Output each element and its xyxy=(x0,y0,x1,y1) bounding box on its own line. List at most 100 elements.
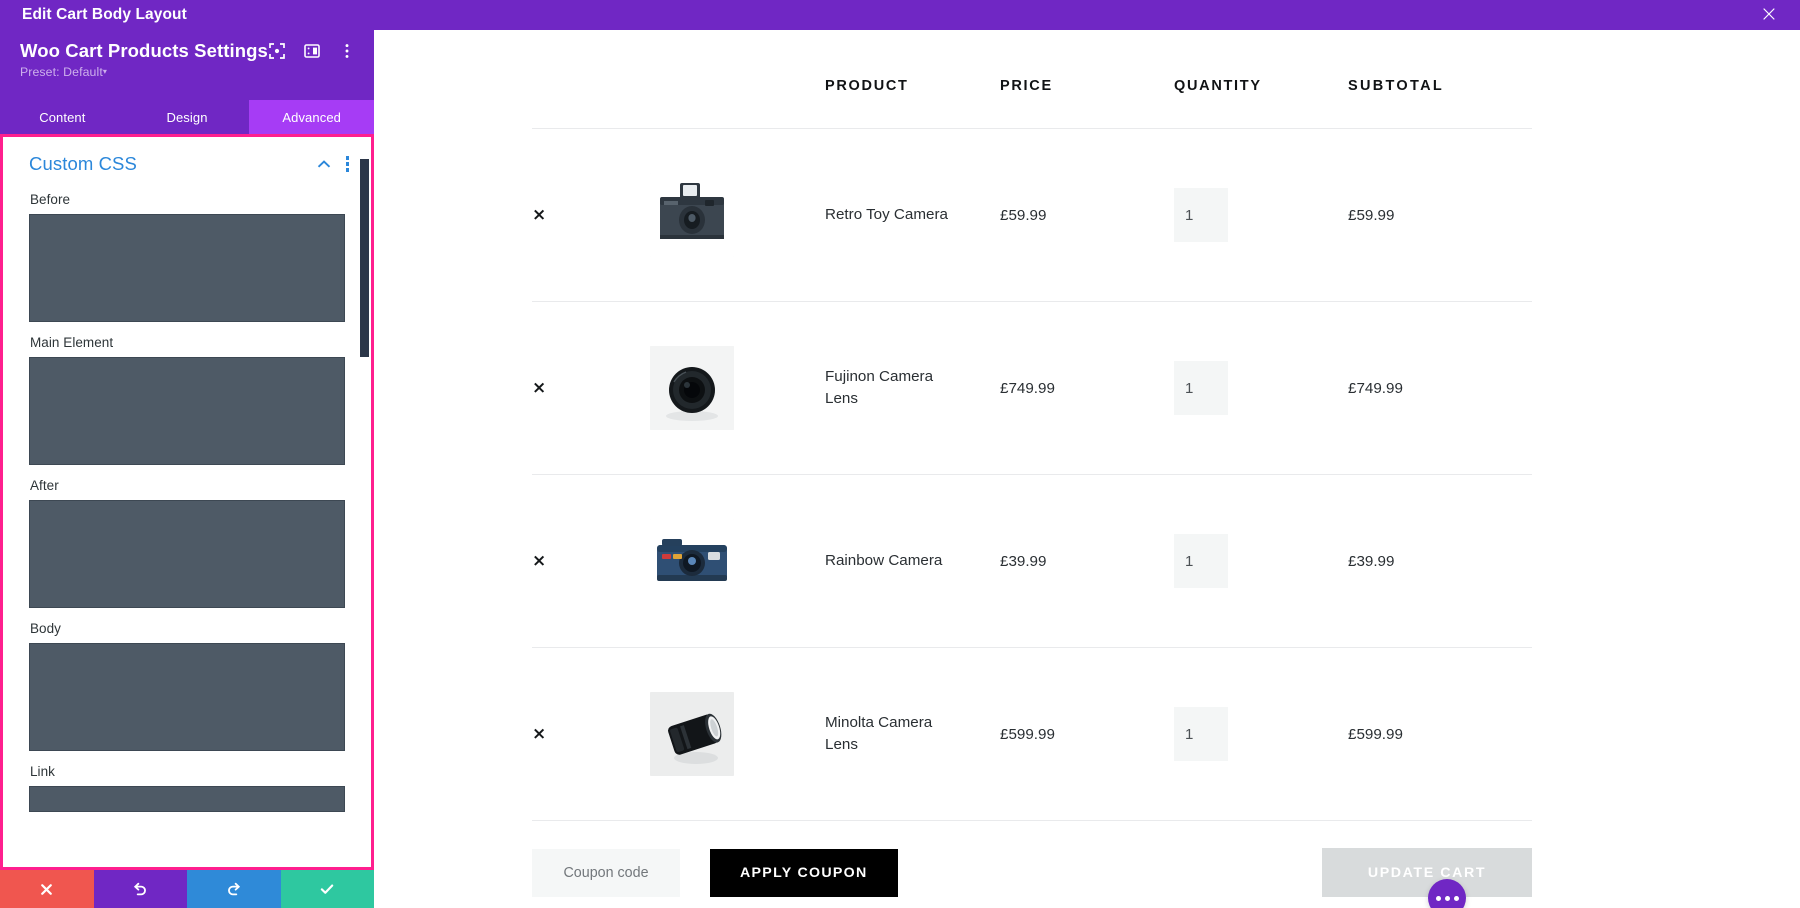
custom-css-section-header[interactable]: Custom CSS xyxy=(3,137,371,179)
col-product: PRODUCT xyxy=(825,78,1000,129)
settings-panel-title: Woo Cart Products Settings xyxy=(20,40,268,62)
remove-item-icon[interactable]: × xyxy=(532,207,546,224)
cell-subtotal: £749.99 xyxy=(1348,302,1532,475)
settings-tabs: Content Design Advanced xyxy=(0,100,374,134)
app-screen: Edit Cart Body Layout × Woo Cart Product… xyxy=(0,0,1800,908)
custom-css-field-main-element: Main Element xyxy=(3,322,371,465)
custom-css-field-link: Link xyxy=(3,751,371,812)
layout-panel-icon[interactable] xyxy=(303,42,321,60)
preset-selector[interactable]: Preset: Default▾ xyxy=(0,62,374,79)
focus-target-icon[interactable] xyxy=(268,42,286,60)
product-subtotal: £599.99 xyxy=(1348,726,1532,743)
custom-css-scroll-area: Custom CSS Before xyxy=(3,137,371,867)
product-name: Rainbow Camera xyxy=(825,550,950,572)
fujinon-camera-lens-thumbnail[interactable] xyxy=(650,346,734,430)
coupon-code-input[interactable]: Coupon code xyxy=(532,849,680,897)
field-label-link: Link xyxy=(29,756,345,786)
table-row: × xyxy=(532,475,1532,648)
cell-quantity: 1 xyxy=(1174,475,1348,648)
cell-quantity: 1 xyxy=(1174,648,1348,821)
close-icon[interactable]: × xyxy=(1756,2,1782,28)
field-label-main-element: Main Element xyxy=(29,327,345,357)
rainbow-camera-thumbnail[interactable] xyxy=(650,519,734,603)
overflow-menu-icon[interactable] xyxy=(338,42,356,60)
quantity-input[interactable]: 1 xyxy=(1174,188,1228,242)
cell-product-name: Retro Toy Camera xyxy=(825,129,1000,302)
settings-panel-header: Woo Cart Products Settings xyxy=(0,30,374,100)
col-subtotal: SUBTOTAL xyxy=(1348,78,1532,129)
preset-label: Preset: Default xyxy=(20,65,103,79)
cell-thumbnail xyxy=(650,475,825,648)
vertical-dots-icon[interactable] xyxy=(346,156,350,172)
settings-panel-actions xyxy=(0,870,374,908)
cell-product-name: Minolta Camera Lens xyxy=(825,648,1000,821)
product-price: £599.99 xyxy=(1000,726,1174,743)
cell-product-name: Rainbow Camera xyxy=(825,475,1000,648)
cell-remove: × xyxy=(532,475,650,648)
remove-item-icon[interactable]: × xyxy=(532,726,546,743)
undo-arrow-icon xyxy=(131,880,149,898)
css-textarea-body[interactable] xyxy=(29,643,345,751)
quantity-input[interactable]: 1 xyxy=(1174,534,1228,588)
product-subtotal: £749.99 xyxy=(1348,380,1532,397)
tab-content[interactable]: Content xyxy=(0,100,125,134)
field-label-after: After xyxy=(29,470,345,500)
product-name: Fujinon Camera Lens xyxy=(825,366,950,410)
cart-actions-row: Coupon code APPLY COUPON UPDATE CART xyxy=(532,820,1532,897)
field-label-before: Before xyxy=(29,184,345,214)
apply-coupon-button[interactable]: APPLY COUPON xyxy=(710,849,898,897)
col-quantity: QUANTITY xyxy=(1174,78,1348,129)
chevron-down-icon: ▾ xyxy=(103,67,107,76)
cell-product-name: Fujinon Camera Lens xyxy=(825,302,1000,475)
three-dots-icon xyxy=(1436,896,1441,901)
undo-button[interactable] xyxy=(94,870,188,908)
cell-subtotal: £599.99 xyxy=(1348,648,1532,821)
cell-quantity: 1 xyxy=(1174,302,1348,475)
css-textarea-link[interactable] xyxy=(29,786,345,812)
cell-quantity: 1 xyxy=(1174,129,1348,302)
panel-scrollbar[interactable] xyxy=(360,137,369,867)
col-subtotal-label: SUBTOTAL xyxy=(1348,78,1444,94)
close-x-icon xyxy=(38,881,55,898)
checkmark-icon xyxy=(318,880,336,898)
product-price: £749.99 xyxy=(1000,380,1174,397)
product-name: Retro Toy Camera xyxy=(825,204,950,226)
tab-design[interactable]: Design xyxy=(125,100,250,134)
cell-subtotal: £59.99 xyxy=(1348,129,1532,302)
redo-button[interactable] xyxy=(187,870,281,908)
quantity-input[interactable]: 1 xyxy=(1174,361,1228,415)
three-dots-icon xyxy=(1445,896,1450,901)
col-thumbnail xyxy=(650,78,825,129)
cell-remove: × xyxy=(532,129,650,302)
css-textarea-after[interactable] xyxy=(29,500,345,608)
chevron-up-icon[interactable] xyxy=(316,156,332,172)
settings-panel: Woo Cart Products Settings xyxy=(0,30,374,908)
css-textarea-before[interactable] xyxy=(29,214,345,322)
product-price: £59.99 xyxy=(1000,207,1174,224)
minolta-camera-lens-thumbnail[interactable] xyxy=(650,692,734,776)
field-label-body: Body xyxy=(29,613,345,643)
remove-item-icon[interactable]: × xyxy=(532,380,546,397)
product-name: Minolta Camera Lens xyxy=(825,712,950,756)
table-row: × xyxy=(532,129,1532,302)
redo-arrow-icon xyxy=(225,880,243,898)
update-cart-button[interactable]: UPDATE CART xyxy=(1322,848,1532,897)
cell-price: £599.99 xyxy=(1000,648,1174,821)
css-textarea-main-element[interactable] xyxy=(29,357,345,465)
tab-advanced[interactable]: Advanced xyxy=(249,100,374,134)
custom-css-field-before: Before xyxy=(3,179,371,322)
discard-button[interactable] xyxy=(0,870,94,908)
custom-css-field-body: Body xyxy=(3,608,371,751)
cell-subtotal: £39.99 xyxy=(1348,475,1532,648)
cart-preview: PRODUCT PRICE QUANTITY SUBTOTAL × xyxy=(374,30,1800,908)
col-price: PRICE xyxy=(1000,78,1174,129)
quantity-input[interactable]: 1 xyxy=(1174,707,1228,761)
product-subtotal: £39.99 xyxy=(1348,553,1532,570)
retro-toy-camera-thumbnail[interactable] xyxy=(650,173,734,257)
panel-scrollbar-thumb[interactable] xyxy=(360,159,369,357)
product-price: £39.99 xyxy=(1000,553,1174,570)
remove-item-icon[interactable]: × xyxy=(532,553,546,570)
save-button[interactable] xyxy=(281,870,375,908)
cell-thumbnail xyxy=(650,129,825,302)
three-dots-icon xyxy=(1454,896,1459,901)
